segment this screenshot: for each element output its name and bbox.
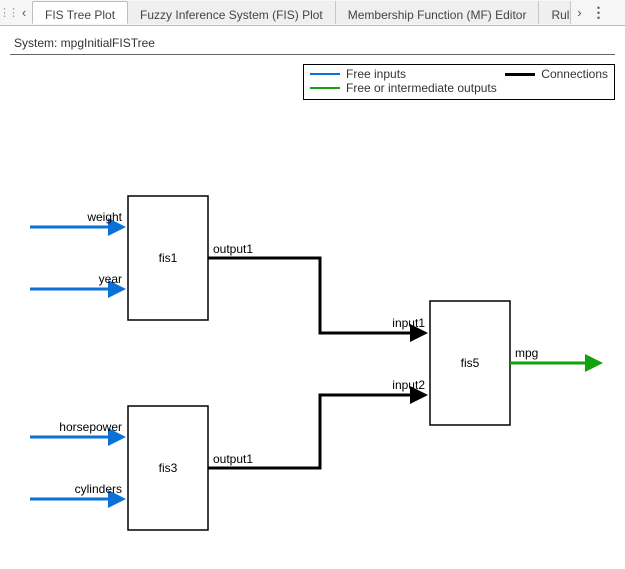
tab-mf-editor[interactable]: Membership Function (MF) Editor (336, 1, 540, 24)
node-fis5[interactable]: fis5 (430, 301, 510, 425)
legend-swatch-free-outputs (310, 87, 340, 89)
node-fis1[interactable]: fis1 (128, 196, 208, 320)
title-separator (10, 54, 615, 55)
node-fis3[interactable]: fis3 (128, 406, 208, 530)
tab-label: FIS Tree Plot (45, 8, 115, 22)
tab-label: Fuzzy Inference System (FIS) Plot (140, 8, 323, 22)
node-label-fis1: fis1 (159, 251, 178, 265)
port-label-fis5-mpg: mpg (515, 346, 538, 360)
port-label-horsepower: horsepower (59, 420, 122, 434)
system-title: System: mpgInitialFISTree (14, 36, 155, 50)
legend-label-free-outputs: Free or intermediate outputs (346, 81, 497, 95)
legend-swatch-free-inputs (310, 73, 340, 75)
port-label-fis3-output1: output1 (213, 452, 253, 466)
node-label-fis5: fis5 (461, 356, 480, 370)
legend: Free inputs Connections Free or intermed… (303, 64, 615, 100)
tabs-drag-handle[interactable]: ⋮⋮ (0, 0, 16, 25)
port-label-fis1-output1: output1 (213, 242, 253, 256)
plot-content: System: mpgInitialFISTree Free inputs Co… (0, 26, 625, 569)
port-label-cylinders: cylinders (75, 482, 122, 496)
port-label-year: year (99, 272, 122, 286)
tabs-overflow-menu[interactable]: ⋮ (587, 0, 609, 25)
legend-label-free-inputs: Free inputs (346, 67, 406, 81)
tabs-scroll-left[interactable]: ‹ (16, 0, 32, 25)
tab-fis-plot[interactable]: Fuzzy Inference System (FIS) Plot (128, 1, 336, 24)
tab-label: Membership Function (MF) Editor (348, 8, 527, 22)
fis-tree-diagram: fis1 weight year output1 fis3 horsepower… (0, 106, 625, 569)
tabs-scroll-right[interactable]: › (571, 0, 587, 25)
tab-label: Rule (551, 8, 571, 22)
legend-label-connections: Connections (541, 67, 608, 81)
port-label-weight: weight (86, 210, 122, 224)
tab-fis-tree-plot[interactable]: FIS Tree Plot (32, 1, 128, 24)
tab-rule-editor[interactable]: Rule (539, 1, 571, 24)
node-label-fis3: fis3 (159, 461, 178, 475)
port-label-fis5-input1: input1 (392, 316, 425, 330)
tab-strip: ⋮⋮ ‹ FIS Tree Plot Fuzzy Inference Syste… (0, 0, 625, 26)
port-label-fis5-input2: input2 (392, 378, 425, 392)
legend-swatch-connections (505, 73, 535, 76)
